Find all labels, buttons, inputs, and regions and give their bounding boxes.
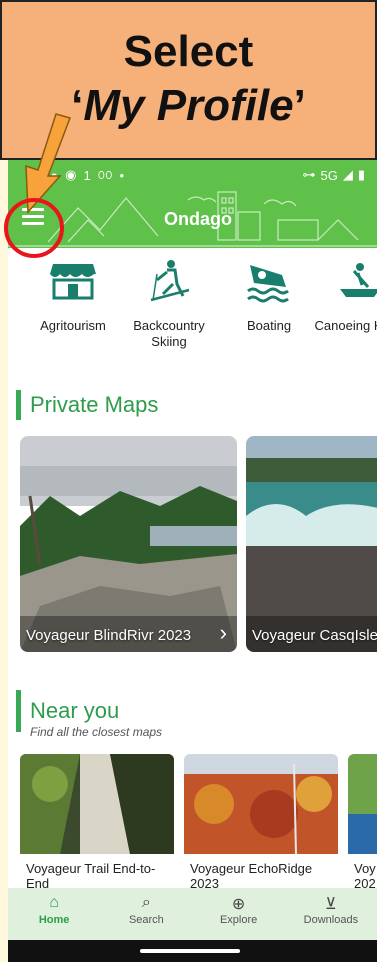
- category-label: Boating: [246, 318, 292, 333]
- nav-label: Home: [38, 914, 70, 926]
- signal-icon: ◢: [342, 167, 353, 182]
- category-strip: Agritourism Backcountry Skiing Boating C…: [8, 256, 377, 356]
- map-photo-casqisle: [246, 436, 377, 652]
- storefront-icon: [28, 256, 118, 304]
- status-time: 5: [36, 167, 44, 183]
- category-label: Backcountry Skiing: [133, 318, 205, 349]
- near-map-card[interactable]: Voy 202: [348, 754, 377, 894]
- section-accent-bar: [16, 690, 21, 732]
- category-boating[interactable]: Boating: [224, 256, 314, 334]
- instruction-target: My Profile: [83, 81, 294, 130]
- gesture-handle[interactable]: [140, 949, 240, 953]
- near-map-card[interactable]: Voyageur EchoRidge 2023: [184, 754, 338, 894]
- app-title: Ondago: [164, 209, 232, 229]
- battery-icon: ▮: [357, 167, 365, 182]
- private-map-card[interactable]: Voyageur CasqIsle: [246, 436, 377, 652]
- category-backcountry-skiing[interactable]: Backcountry Skiing: [124, 256, 214, 350]
- nav-label: Explore: [219, 914, 258, 926]
- globe-icon: ⊕: [231, 896, 246, 913]
- home-icon: ⌂: [49, 894, 59, 911]
- status-bar: 5 ● ◉ 1 ௦௦ • ⊶ 5G ◢ ▮: [8, 160, 377, 190]
- link-icon: ⊶: [302, 167, 316, 182]
- chevron-right-icon[interactable]: ›: [220, 620, 227, 646]
- section-accent-bar: [16, 390, 21, 420]
- notification-icon: 1: [83, 167, 91, 183]
- map-photo-third: [348, 754, 377, 854]
- menu-button[interactable]: [22, 208, 44, 226]
- category-agritourism[interactable]: Agritourism: [28, 256, 118, 334]
- category-canoeing[interactable]: Canoeing Kaya: [314, 256, 377, 334]
- voicemail-icon: ௦௦: [97, 166, 113, 182]
- bottom-navigation: ⌂ Home ⌕ Search ⊕ Explore ⊻ Downloads: [8, 888, 377, 940]
- near-you-title: Near you: [30, 698, 120, 723]
- nav-label: Search: [128, 914, 164, 926]
- map-card-caption: Voyageur BlindRivr 2023: [26, 627, 192, 644]
- nav-label: Downloads: [303, 914, 359, 926]
- private-map-card[interactable]: Voyageur BlindRivr 2023 ›: [20, 436, 237, 652]
- map-photo-trail: [20, 754, 174, 854]
- map-photo-echoridge: [184, 754, 338, 855]
- quote-close: ’: [293, 81, 306, 130]
- instruction-line1: Select: [123, 27, 254, 76]
- search-icon: ⌕: [141, 894, 151, 911]
- canoe-icon: [314, 256, 377, 304]
- app-bar: Ondago: [8, 190, 377, 248]
- category-label: Canoeing Kaya: [314, 318, 377, 333]
- network-label: 5G: [320, 167, 338, 183]
- boat-icon: [224, 256, 314, 304]
- category-label: Agritourism: [40, 318, 106, 333]
- private-maps-header: Private Maps: [16, 390, 158, 420]
- instruction-banner: Select ‘My Profile’: [0, 0, 377, 160]
- near-you-subtitle: Find all the closest maps: [30, 725, 163, 739]
- nav-explore[interactable]: ⊕ Explore: [193, 888, 285, 940]
- near-map-card[interactable]: Voyageur Trail End-to-End: [20, 754, 174, 894]
- quote-open: ‘: [71, 81, 84, 130]
- nav-downloads[interactable]: ⊻ Downloads: [285, 888, 377, 940]
- phone-screen: 5 ● ◉ 1 ௦௦ • ⊶ 5G ◢ ▮ Ondago Agritourism…: [8, 160, 377, 962]
- map-card-caption: Voyageur CasqIsle: [252, 627, 377, 644]
- dot-icon: •: [119, 167, 125, 183]
- messenger-icon: ◉: [65, 167, 77, 182]
- nav-home[interactable]: ⌂ Home: [8, 888, 100, 940]
- private-maps-title: Private Maps: [30, 392, 159, 417]
- map-photo-blindriver: [20, 436, 237, 652]
- gesture-navigation-area: [8, 940, 377, 962]
- download-icon: ⊻: [325, 896, 337, 913]
- instruction-line2: ‘My Profile’: [71, 78, 306, 134]
- chat-icon: ●: [50, 167, 59, 183]
- skier-icon: [124, 256, 214, 304]
- nav-search[interactable]: ⌕ Search: [100, 888, 192, 940]
